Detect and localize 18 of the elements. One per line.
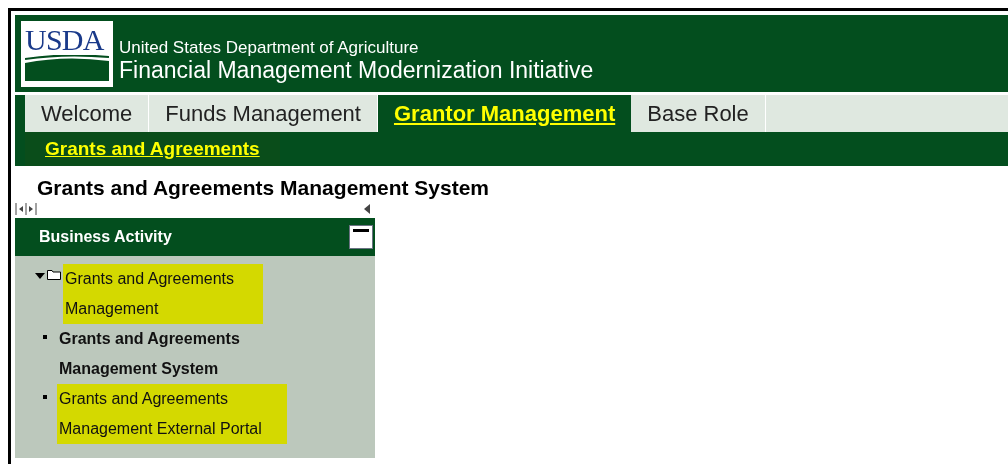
folder-icon bbox=[47, 269, 61, 280]
field-icon bbox=[25, 54, 109, 81]
tree-item[interactable]: Grants and Agreements Management System bbox=[57, 324, 287, 384]
subnav-link[interactable]: Grants and Agreements bbox=[25, 132, 280, 166]
app-title: Financial Management Modernization Initiative bbox=[119, 57, 594, 83]
department-name: United States Department of Agriculture bbox=[119, 38, 420, 57]
tree-item[interactable]: Grants and Agreements Management External Portal bbox=[57, 384, 287, 444]
minimize-button[interactable] bbox=[349, 225, 373, 249]
tree-item[interactable]: Grants and Agreements Management bbox=[63, 264, 263, 324]
expand-arrow-icon[interactable] bbox=[35, 271, 45, 281]
nav-tab[interactable]: Grantor Management bbox=[377, 95, 632, 132]
bullet-icon bbox=[43, 395, 47, 399]
logo-text: USDA bbox=[25, 24, 105, 55]
page-title: Grants and Agreements Management System bbox=[37, 176, 491, 200]
collapse-arrow-icon bbox=[363, 203, 371, 215]
nav-tab[interactable]: Base Role bbox=[631, 95, 766, 132]
panel-title: Business Activity bbox=[39, 227, 172, 247]
bullet-icon bbox=[43, 335, 47, 339]
